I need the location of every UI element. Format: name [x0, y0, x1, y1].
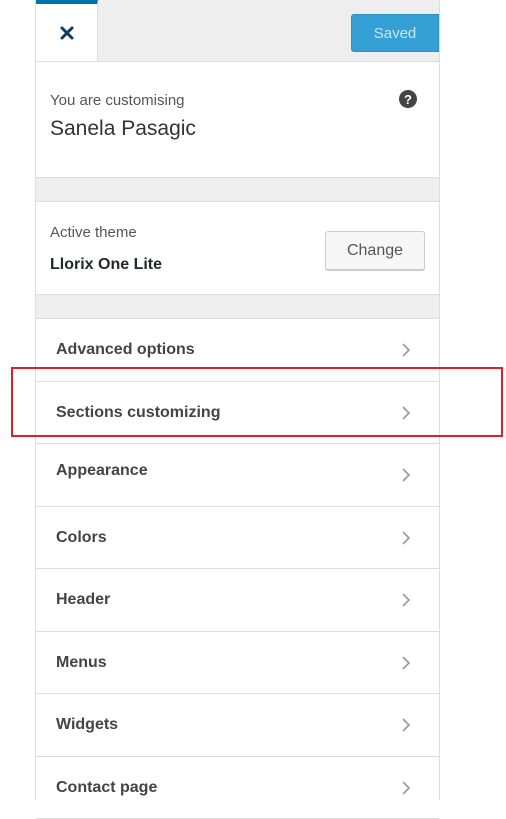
menu-item-header[interactable]: Header: [36, 569, 439, 632]
site-name: Sanela Pasagic: [50, 117, 196, 141]
customizer-header: Saved: [36, 0, 439, 62]
menu-item-colors[interactable]: Colors: [36, 507, 439, 570]
menu-item-advanced-options[interactable]: Advanced options: [36, 319, 439, 382]
active-theme-section: Active theme Llorix One Lite Change: [36, 202, 439, 295]
menu-item-menus[interactable]: Menus: [36, 632, 439, 695]
menu-item-label: Colors: [56, 529, 107, 547]
active-theme-name: Llorix One Lite: [50, 256, 162, 274]
customizer-panel: Saved You are customising Sanela Pasagic…: [35, 0, 440, 800]
menu-item-sections-customizing[interactable]: Sections customizing: [36, 382, 439, 445]
menu-item-label: Menus: [56, 654, 107, 672]
close-button[interactable]: [36, 0, 98, 61]
change-theme-button[interactable]: Change: [325, 231, 425, 270]
menu-item-appearance[interactable]: Appearance: [36, 444, 439, 507]
chevron-right-icon: [401, 342, 411, 358]
customizer-menu: Advanced options Sections customizing Ap…: [36, 319, 439, 819]
active-theme-label: Active theme: [50, 224, 137, 241]
customising-label: You are customising: [50, 92, 185, 109]
help-icon[interactable]: ?: [399, 90, 417, 108]
menu-item-label: Appearance: [56, 462, 148, 480]
chevron-right-icon: [401, 655, 411, 671]
chevron-right-icon: [401, 717, 411, 733]
chevron-right-icon: [401, 530, 411, 546]
menu-item-label: Advanced options: [56, 341, 195, 359]
menu-item-label: Widgets: [56, 716, 118, 734]
menu-item-widgets[interactable]: Widgets: [36, 694, 439, 757]
menu-item-contact-page[interactable]: Contact page: [36, 757, 439, 819]
customising-info: You are customising Sanela Pasagic ?: [36, 62, 439, 178]
chevron-right-icon: [401, 405, 411, 421]
saved-button[interactable]: Saved: [351, 14, 439, 52]
menu-item-label: Sections customizing: [56, 404, 220, 422]
chevron-right-icon: [401, 467, 411, 483]
menu-item-label: Header: [56, 591, 110, 609]
close-icon: [59, 25, 75, 41]
section-divider: [36, 295, 439, 319]
section-divider: [36, 178, 439, 202]
chevron-right-icon: [401, 592, 411, 608]
chevron-right-icon: [401, 780, 411, 796]
menu-item-label: Contact page: [56, 779, 157, 797]
